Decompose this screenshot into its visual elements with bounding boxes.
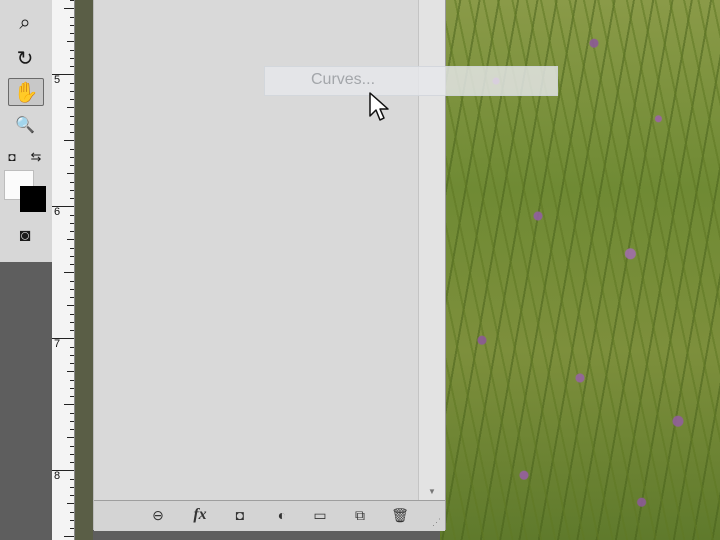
- ruler-tick: [70, 165, 74, 166]
- ruler-tick: [70, 297, 74, 298]
- ruler-tick: [70, 379, 74, 381]
- quick-selection-icon[interactable]: ⌕: [8, 10, 42, 36]
- ruler-tick: [70, 280, 74, 282]
- ruler-tick: [70, 363, 74, 364]
- ruler-tick: [64, 8, 74, 10]
- ruler-tick: [70, 231, 74, 232]
- ruler-tick: [64, 536, 74, 538]
- hand-icon[interactable]: ✋: [8, 78, 44, 106]
- ruler-tick: [67, 41, 74, 43]
- layers-panel-footer: ⊖ fx ◘ ◐ ▭ ⧉ 🗑 ⋰: [94, 500, 445, 531]
- ruler-label: 8: [54, 470, 61, 482]
- ruler-tick: [70, 115, 74, 117]
- ruler-tick: [70, 123, 74, 125]
- ruler-label: 6: [54, 206, 61, 218]
- layer-mask-icon[interactable]: ◘: [226, 504, 254, 526]
- ruler-tick: [70, 24, 74, 26]
- ruler-tick: [67, 239, 74, 241]
- ruler-tick: [70, 445, 74, 447]
- ruler-tick: [70, 354, 74, 356]
- link-layers-icon[interactable]: ⊖: [144, 504, 172, 526]
- ruler-tick: [70, 321, 74, 323]
- canvas-edge: [75, 0, 93, 540]
- ruler-tick: [70, 148, 74, 150]
- ruler-tick: [67, 503, 74, 505]
- ruler-tick: [70, 462, 74, 463]
- ruler-tick: [70, 132, 74, 133]
- ruler-tick: [70, 429, 74, 430]
- ruler-tick: [70, 420, 74, 422]
- ruler-label: 7: [54, 338, 61, 350]
- ruler-tick: [70, 189, 74, 191]
- default-colors-icon[interactable]: ◘: [2, 144, 22, 170]
- ruler-tick: [70, 511, 74, 513]
- ruler-tick: [70, 247, 74, 249]
- ruler-tick: [70, 57, 74, 59]
- resize-grip-icon[interactable]: ⋰: [432, 517, 441, 528]
- quick-mask-icon[interactable]: ◙: [8, 222, 42, 248]
- ruler-tick: [70, 528, 74, 529]
- ruler-tick: [70, 495, 74, 496]
- ruler-tick: [67, 437, 74, 439]
- background-color[interactable]: [20, 186, 46, 212]
- ruler-tick: [70, 66, 74, 67]
- ruler-tick: [70, 82, 74, 84]
- curves-label: Curves...: [311, 71, 376, 88]
- ruler-label: 5: [54, 74, 61, 86]
- curves-drag-ghost: Curves...: [264, 66, 558, 96]
- ruler-tick: [70, 519, 74, 521]
- ruler-tick: [70, 181, 74, 183]
- ruler-tick: [70, 313, 74, 315]
- new-layer-icon[interactable]: ⧉: [346, 504, 374, 526]
- ruler-tick: [67, 107, 74, 109]
- ruler-tick: [67, 173, 74, 175]
- zoom-icon[interactable]: 🔍: [8, 112, 42, 138]
- ruler-tick: [64, 140, 74, 142]
- ruler-tick: [70, 198, 74, 199]
- ruler-tick: [70, 99, 74, 100]
- ruler-tick: [70, 156, 74, 158]
- ruler-tick: [70, 33, 74, 34]
- ruler-tick: [70, 387, 74, 389]
- new-group-icon[interactable]: ▭: [306, 504, 334, 526]
- ruler-tick: [67, 371, 74, 373]
- delete-layer-icon[interactable]: 🗑: [386, 504, 414, 526]
- rotate-view-icon[interactable]: ↻: [8, 45, 42, 71]
- ruler-tick: [70, 412, 74, 414]
- ruler-tick: [70, 214, 74, 216]
- ruler-tick: [70, 90, 74, 92]
- ruler-tick: [70, 478, 74, 480]
- ruler-tick: [70, 255, 74, 257]
- layer-style-icon[interactable]: fx: [186, 504, 214, 526]
- mouse-cursor-icon: [369, 92, 389, 121]
- ruler-tick: [70, 16, 74, 18]
- ruler-tick: [70, 0, 74, 1]
- adjustment-layer-icon[interactable]: ◐: [268, 504, 296, 526]
- ruler-tick: [70, 288, 74, 290]
- scroll-down-arrow-icon[interactable]: ▼: [419, 484, 445, 498]
- vertical-ruler: 5 6 7 8: [52, 0, 75, 540]
- tools-panel: ⌕ ↻ ✋ 🔍 ◘ ⇆ ◙: [0, 0, 53, 262]
- swap-colors-icon[interactable]: ⇆: [26, 144, 46, 170]
- ruler-tick: [64, 404, 74, 406]
- ruler-tick: [70, 396, 74, 397]
- ruler-tick: [70, 453, 74, 455]
- ruler-tick: [70, 264, 74, 265]
- ruler-tick: [70, 49, 74, 51]
- ruler-tick: [70, 486, 74, 488]
- ruler-tick: [70, 222, 74, 224]
- color-swatches: [4, 170, 48, 216]
- ruler-tick: [70, 346, 74, 348]
- ruler-tick: [67, 305, 74, 307]
- ruler-tick: [70, 330, 74, 331]
- ruler-tick: [64, 272, 74, 274]
